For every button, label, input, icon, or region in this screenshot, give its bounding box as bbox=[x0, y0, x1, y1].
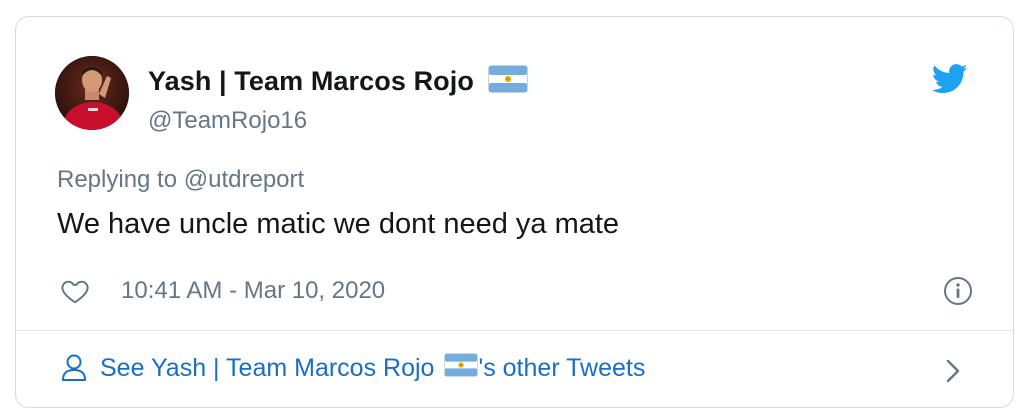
tweet-meta: 10:41 AM - Mar 10, 2020 bbox=[60, 276, 973, 306]
tweet-text: We have uncle matic we dont need ya mate bbox=[57, 208, 620, 240]
author-name-row[interactable]: Yash | Team Marcos Rojo bbox=[148, 65, 528, 98]
heart-icon[interactable] bbox=[60, 276, 90, 311]
author-handle[interactable]: @TeamRojo16 bbox=[148, 107, 307, 135]
timestamp-link[interactable]: 10:41 AM - Mar 10, 2020 bbox=[121, 276, 385, 306]
twitter-bird-icon[interactable] bbox=[931, 64, 968, 99]
display-name[interactable]: Yash | Team Marcos Rojo bbox=[148, 66, 474, 97]
see-other-tweets-suffix: 's other Tweets bbox=[478, 354, 646, 382]
see-other-tweets-link[interactable]: See Yash | Team Marcos Rojo 's other Twe… bbox=[100, 353, 645, 384]
other-tweets-footer[interactable]: See Yash | Team Marcos Rojo 's other Twe… bbox=[16, 331, 1013, 407]
tweet-card[interactable]: Yash | Team Marcos Rojo @TeamRojo16 Repl… bbox=[15, 16, 1014, 408]
argentina-flag-icon bbox=[487, 65, 528, 98]
argentina-flag-icon bbox=[444, 353, 479, 384]
reply-to-link[interactable]: @utdreport bbox=[184, 166, 304, 193]
info-icon[interactable] bbox=[943, 276, 973, 311]
reply-context: Replying to @utdreport bbox=[57, 166, 304, 194]
avatar[interactable] bbox=[55, 56, 129, 130]
chevron-right-icon[interactable] bbox=[945, 358, 961, 389]
reply-prefix: Replying to bbox=[57, 166, 178, 193]
user-icon bbox=[61, 354, 87, 387]
see-other-tweets-prefix: See Yash | Team Marcos Rojo bbox=[100, 354, 435, 382]
